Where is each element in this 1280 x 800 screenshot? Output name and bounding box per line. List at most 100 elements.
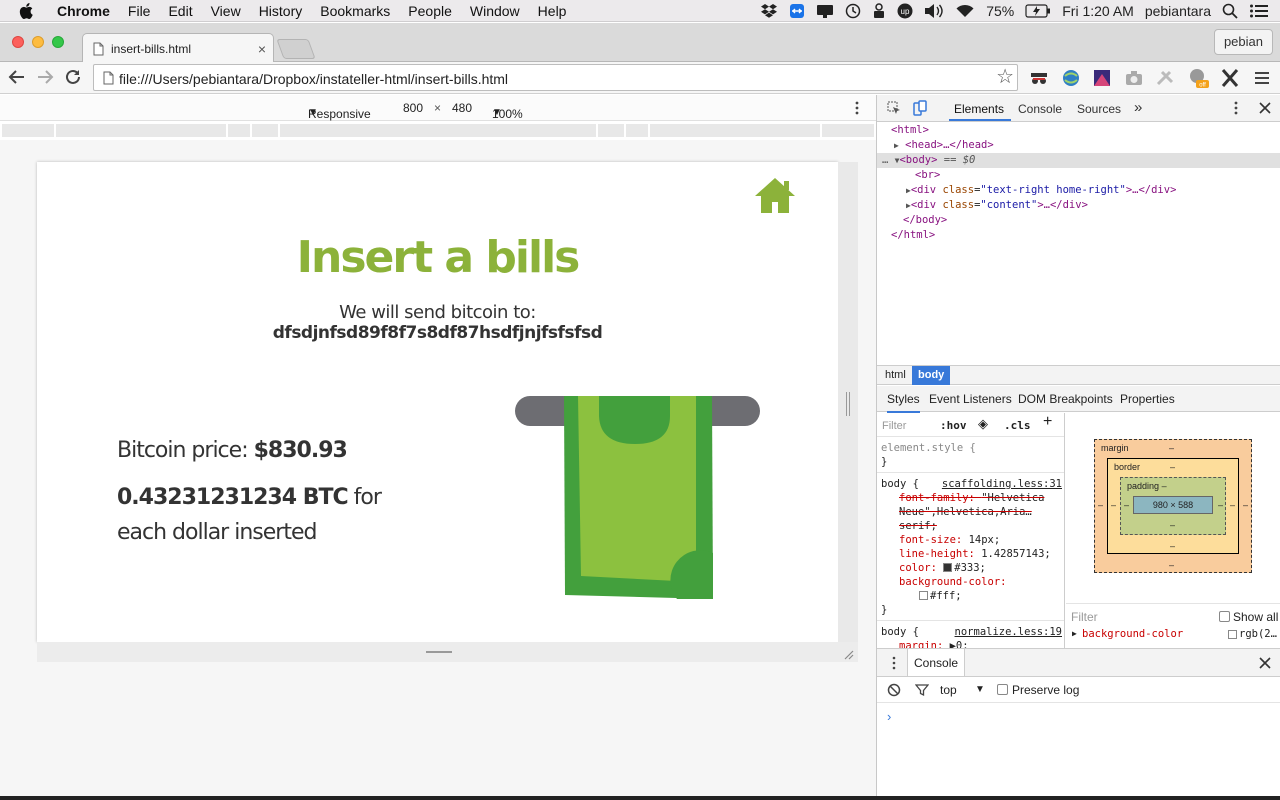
battery-charging-icon[interactable] bbox=[1025, 4, 1051, 18]
css-property[interactable]: background-color: #fff; bbox=[881, 575, 1060, 603]
menu-people[interactable]: People bbox=[399, 3, 461, 19]
reload-icon[interactable] bbox=[64, 68, 82, 86]
dom-tree[interactable]: <html> ▶ <head>…</head> … ▼<body> == $0 … bbox=[877, 123, 1280, 243]
css-property[interactable]: font-size: 14px; bbox=[881, 533, 1060, 547]
expand-triangle-icon[interactable]: ▶ bbox=[1072, 629, 1077, 638]
color-swatch[interactable] bbox=[943, 563, 953, 572]
address-url[interactable]: file:///Users/pebiantara/Dropbox/instate… bbox=[119, 71, 508, 87]
tab-dom-breakpoints[interactable]: DOM Breakpoints bbox=[1018, 392, 1113, 406]
class-toggle-button[interactable]: .cls bbox=[1004, 419, 1031, 433]
tools-extension-icon[interactable] bbox=[1155, 67, 1177, 89]
box-model-content[interactable]: 980 × 588 bbox=[1133, 496, 1213, 514]
style-rule-body[interactable]: body { scaffolding.less:31 font-family: … bbox=[877, 473, 1064, 621]
menu-window[interactable]: Window bbox=[461, 3, 529, 19]
dom-node-div-home[interactable]: ▶<div class="text-right home-right">…</d… bbox=[877, 183, 1280, 198]
media-query-segment[interactable] bbox=[650, 124, 820, 137]
dom-node-div-content[interactable]: ▶<div class="content">…</div> bbox=[877, 198, 1280, 213]
box-model-margin[interactable]: margin – – – – border – – – – padding – … bbox=[1094, 439, 1252, 573]
show-all-checkbox[interactable] bbox=[1219, 611, 1230, 622]
new-rule-button[interactable]: + bbox=[1043, 414, 1052, 430]
preserve-log-checkbox[interactable] bbox=[997, 684, 1008, 695]
clear-console-icon[interactable] bbox=[887, 683, 901, 697]
wifi-icon[interactable] bbox=[955, 3, 975, 19]
tab-close-button[interactable]: × bbox=[251, 41, 273, 57]
menu-file[interactable]: File bbox=[119, 3, 160, 19]
resize-handle-bottom[interactable] bbox=[426, 651, 452, 653]
breadcrumb-body[interactable]: body bbox=[912, 366, 951, 385]
bookmark-star-icon[interactable]: ☆ bbox=[996, 67, 1014, 87]
hover-state-button[interactable]: :hov bbox=[940, 419, 967, 433]
media-query-segment[interactable] bbox=[598, 124, 624, 137]
window-zoom-button[interactable] bbox=[52, 36, 64, 48]
style-rule-body-normalize[interactable]: body { normalize.less:19 margin: ▶0; bbox=[877, 621, 1064, 648]
tab-event-listeners[interactable]: Event Listeners bbox=[929, 392, 1012, 406]
back-arrow-icon[interactable] bbox=[8, 68, 26, 86]
expand-triangle-icon[interactable]: ▶ bbox=[894, 141, 899, 150]
device-toggle-icon[interactable] bbox=[913, 100, 927, 116]
tab-styles[interactable]: Styles bbox=[887, 392, 920, 413]
color-swatch[interactable] bbox=[1228, 630, 1237, 639]
device-more-options-icon[interactable] bbox=[852, 101, 862, 115]
volume-icon[interactable] bbox=[924, 3, 944, 19]
new-tab-button[interactable] bbox=[276, 39, 316, 59]
media-query-bar[interactable] bbox=[0, 122, 876, 139]
incognito-extension-icon[interactable] bbox=[1028, 67, 1050, 89]
browser-tab-active[interactable]: insert-bills.html × bbox=[82, 33, 274, 63]
menu-clock[interactable]: Fri 1:20 AM bbox=[1062, 3, 1134, 19]
dropbox-icon[interactable] bbox=[760, 3, 778, 19]
colorful-extension-icon[interactable] bbox=[1091, 67, 1113, 89]
address-bar[interactable]: file:///Users/pebiantara/Dropbox/instate… bbox=[93, 64, 1018, 91]
window-minimize-button[interactable] bbox=[32, 36, 44, 48]
chrome-menu-icon[interactable] bbox=[1251, 67, 1273, 89]
media-query-segment[interactable] bbox=[626, 124, 648, 137]
computed-property[interactable]: ▶ background-color rgb(2… bbox=[1066, 627, 1280, 647]
dom-node-html-close[interactable]: </html> bbox=[877, 228, 1280, 243]
box-model-padding[interactable]: padding – – – – 980 × 588 bbox=[1120, 477, 1226, 535]
rule-source-link[interactable]: scaffolding.less:31 bbox=[942, 477, 1062, 491]
window-close-button[interactable] bbox=[12, 36, 24, 48]
devtools-menu-icon[interactable] bbox=[1232, 101, 1240, 115]
media-query-segment[interactable] bbox=[2, 124, 54, 137]
styles-filter-input[interactable]: Filter bbox=[882, 419, 906, 433]
dom-node-body-close[interactable]: </body> bbox=[877, 213, 1280, 228]
x-extension-icon[interactable] bbox=[1219, 67, 1241, 89]
console-prompt[interactable]: › bbox=[887, 709, 891, 724]
css-property[interactable]: color: #333; bbox=[881, 561, 1060, 575]
context-selector[interactable]: top bbox=[940, 683, 957, 697]
tab-sources[interactable]: Sources bbox=[1077, 102, 1121, 116]
dom-node-body[interactable]: … ▼<body> == $0 bbox=[877, 153, 1280, 168]
css-property[interactable]: margin: ▶0; bbox=[881, 639, 1060, 648]
css-property-struck[interactable]: font-family: "Helvetica Neue",Helvetica,… bbox=[881, 491, 1060, 533]
resize-handle-right[interactable] bbox=[846, 392, 850, 416]
menu-bookmarks[interactable]: Bookmarks bbox=[311, 3, 399, 19]
notification-center-icon[interactable] bbox=[1249, 3, 1269, 19]
menu-history[interactable]: History bbox=[250, 3, 312, 19]
inspect-element-icon[interactable] bbox=[887, 101, 901, 115]
drawer-menu-icon[interactable] bbox=[891, 656, 897, 670]
menu-view[interactable]: View bbox=[202, 3, 250, 19]
menu-help[interactable]: Help bbox=[529, 3, 576, 19]
tab-elements[interactable]: Elements bbox=[954, 102, 1004, 116]
time-machine-icon[interactable] bbox=[845, 3, 861, 19]
devtools-close-icon[interactable] bbox=[1259, 102, 1271, 114]
box-model-border[interactable]: border – – – – padding – – – – 980 × 588 bbox=[1107, 458, 1239, 554]
device-height-input[interactable]: 480 bbox=[452, 101, 472, 115]
dom-node-br[interactable]: <br> bbox=[877, 168, 1280, 183]
breadcrumb-html[interactable]: html bbox=[885, 369, 906, 381]
upwork-icon[interactable]: up bbox=[897, 3, 913, 19]
more-tabs-button[interactable]: » bbox=[1134, 99, 1142, 116]
off-badge-extension-icon[interactable]: off bbox=[1187, 67, 1209, 89]
media-query-segment[interactable] bbox=[280, 124, 596, 137]
drawer-tab-console[interactable]: Console bbox=[907, 649, 966, 676]
camera-extension-icon[interactable] bbox=[1123, 67, 1145, 89]
lock-person-icon[interactable] bbox=[872, 3, 886, 19]
media-query-segment[interactable] bbox=[252, 124, 278, 137]
media-query-segment[interactable] bbox=[228, 124, 250, 137]
drawer-close-icon[interactable] bbox=[1259, 657, 1271, 669]
color-swatch[interactable] bbox=[919, 591, 928, 600]
forward-arrow-icon[interactable] bbox=[36, 68, 54, 86]
tab-properties[interactable]: Properties bbox=[1120, 392, 1175, 406]
tab-console[interactable]: Console bbox=[1018, 102, 1062, 116]
resize-corner-icon[interactable] bbox=[842, 648, 854, 660]
rule-source-link[interactable]: normalize.less:19 bbox=[955, 625, 1062, 639]
